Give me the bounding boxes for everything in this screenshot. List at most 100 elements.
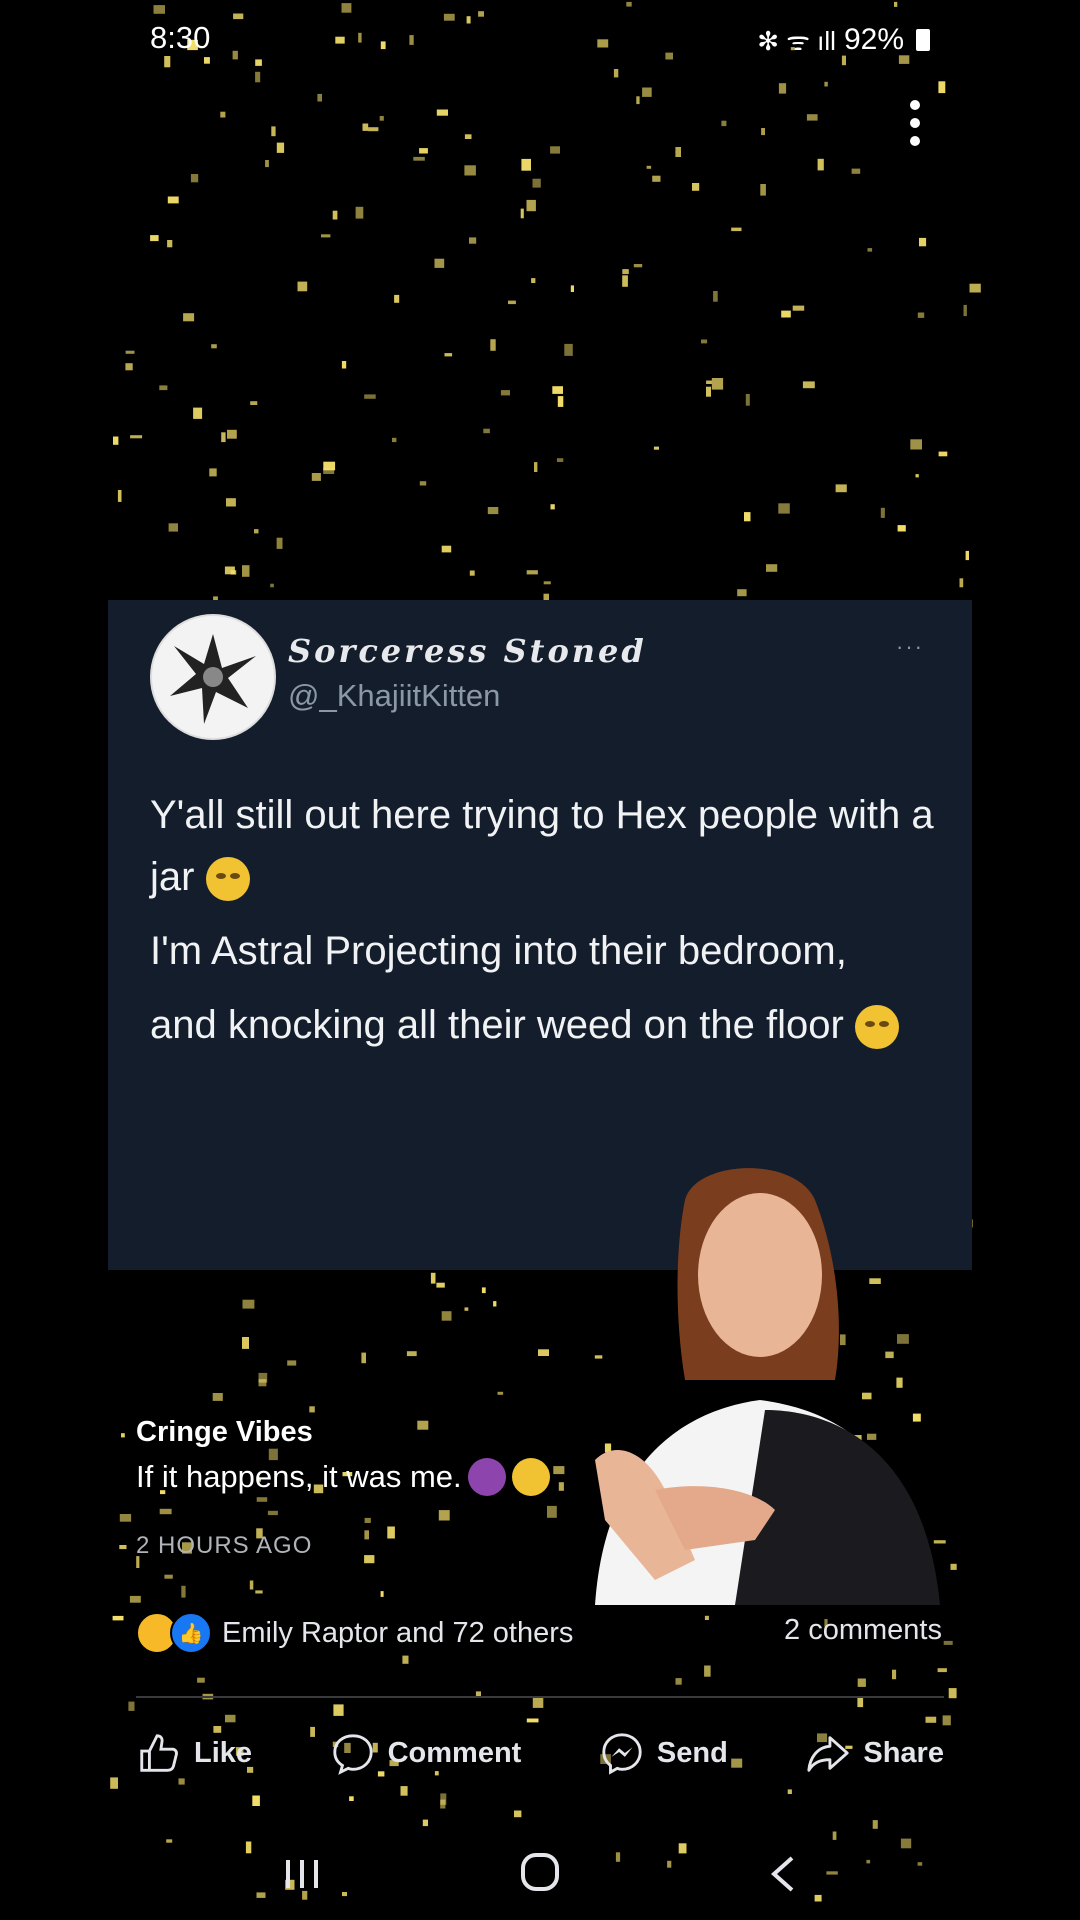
comment-icon <box>332 1734 373 1775</box>
sparkle <box>441 545 452 553</box>
sparkle <box>406 1351 417 1357</box>
sparkle <box>487 507 499 515</box>
sparkle <box>642 87 652 97</box>
sparkle <box>942 1715 951 1726</box>
comment-label: Comment <box>387 1736 522 1769</box>
sparkle <box>178 1778 185 1785</box>
sparkle <box>265 160 269 168</box>
sparkle <box>543 581 551 585</box>
sparkle <box>570 285 574 292</box>
back-icon[interactable] <box>764 1852 804 1896</box>
sparkle <box>271 126 276 137</box>
sparkle <box>121 1433 125 1438</box>
sparkle <box>652 175 661 182</box>
sparkle <box>892 1669 897 1680</box>
sparkle <box>364 1555 375 1564</box>
sparkle <box>508 300 516 305</box>
sparkle <box>364 394 376 399</box>
sparkle <box>959 578 964 588</box>
sparkle <box>675 147 681 157</box>
sparkle <box>778 503 790 514</box>
sparkle <box>220 111 226 118</box>
sparkle <box>441 1311 452 1321</box>
sparkle <box>225 1714 236 1723</box>
post-caption: If it happens, it was me. <box>136 1458 550 1496</box>
sparkle <box>150 235 159 242</box>
sparkle <box>965 550 969 561</box>
sparkle <box>464 165 476 176</box>
sparkle <box>653 446 659 450</box>
sparkle <box>242 1299 255 1309</box>
sparkle <box>436 109 448 116</box>
sparkle <box>531 278 536 283</box>
sparkle <box>721 120 727 127</box>
post-timestamp: 2 HOURS AGO <box>136 1532 313 1559</box>
sparkle <box>119 1514 132 1522</box>
tweet-body: Y'all still out here trying to Hex peopl… <box>150 784 950 1068</box>
sparkle <box>938 451 948 457</box>
comments-count[interactable]: 2 comments <box>784 1614 942 1647</box>
devil-emoji-icon <box>467 1458 506 1496</box>
sparkle <box>267 1510 278 1516</box>
sparkle <box>332 210 338 220</box>
sparkle <box>817 158 824 171</box>
sparkle <box>802 381 815 389</box>
sparkle <box>361 1352 366 1364</box>
sparkle <box>937 1668 947 1673</box>
sparkle <box>193 407 203 419</box>
more-vert-icon[interactable] <box>900 94 930 154</box>
battery-icon <box>916 29 930 51</box>
sparkle <box>526 199 536 212</box>
sparkle <box>112 1615 124 1621</box>
sparkle <box>297 281 308 292</box>
sparkle <box>212 1393 223 1401</box>
send-button[interactable]: Send <box>599 1730 728 1776</box>
tweet-handle: @_KhajiitKitten <box>288 678 501 713</box>
sparkle <box>167 240 173 248</box>
sparkle <box>910 439 922 450</box>
sparkle <box>943 1640 953 1645</box>
share-icon <box>807 1736 849 1772</box>
like-button[interactable]: Like <box>136 1730 252 1776</box>
sparkle <box>211 344 217 349</box>
sparkle <box>341 361 347 369</box>
sparkle <box>110 1777 118 1789</box>
recents-icon[interactable] <box>282 1854 322 1894</box>
avatar <box>150 614 276 740</box>
sparkle <box>159 1508 172 1515</box>
sparkle <box>520 208 524 219</box>
status-bar: 8:30 ✻ ᯤ ıll 92% <box>0 0 1080 80</box>
battery-level: 92% <box>843 23 904 56</box>
sparkle <box>787 1789 792 1794</box>
sparkle <box>744 512 751 522</box>
reactions-summary[interactable]: 👍 Emily Raptor and 72 others <box>136 1612 573 1654</box>
post-author[interactable]: Cringe Vibes <box>136 1416 313 1449</box>
like-reaction-icon: 👍 <box>170 1612 212 1654</box>
tweet-line-2: I'm Astral Projecting into their bedroom… <box>150 929 847 973</box>
sparkle <box>857 1697 864 1708</box>
sparkle <box>224 566 235 575</box>
sparkle <box>164 1574 173 1579</box>
sparkle <box>963 304 967 317</box>
sparkle <box>276 142 285 153</box>
home-icon[interactable] <box>518 1850 562 1894</box>
sparkle <box>497 1391 504 1395</box>
sparkle <box>532 1697 544 1708</box>
sparkle <box>493 1301 497 1307</box>
sparkle <box>113 436 119 445</box>
tweet-line-3: and knocking all their weed on the floor <box>150 1003 844 1047</box>
sparkle <box>380 1591 384 1597</box>
sparkle <box>394 294 400 303</box>
sparkle <box>835 484 847 493</box>
share-button[interactable]: Share <box>805 1730 944 1776</box>
sparkle <box>387 1526 395 1539</box>
tweet-line-1: Y'all still out here trying to Hex peopl… <box>150 793 934 899</box>
sparkle <box>692 183 700 191</box>
sparkle <box>379 116 384 121</box>
sparkle <box>701 339 708 344</box>
comment-button[interactable]: Comment <box>330 1730 522 1776</box>
sparkle <box>704 1665 711 1677</box>
sparkle <box>731 227 742 232</box>
eye-roll-emoji-icon <box>205 857 250 902</box>
sparkle <box>400 1786 408 1796</box>
